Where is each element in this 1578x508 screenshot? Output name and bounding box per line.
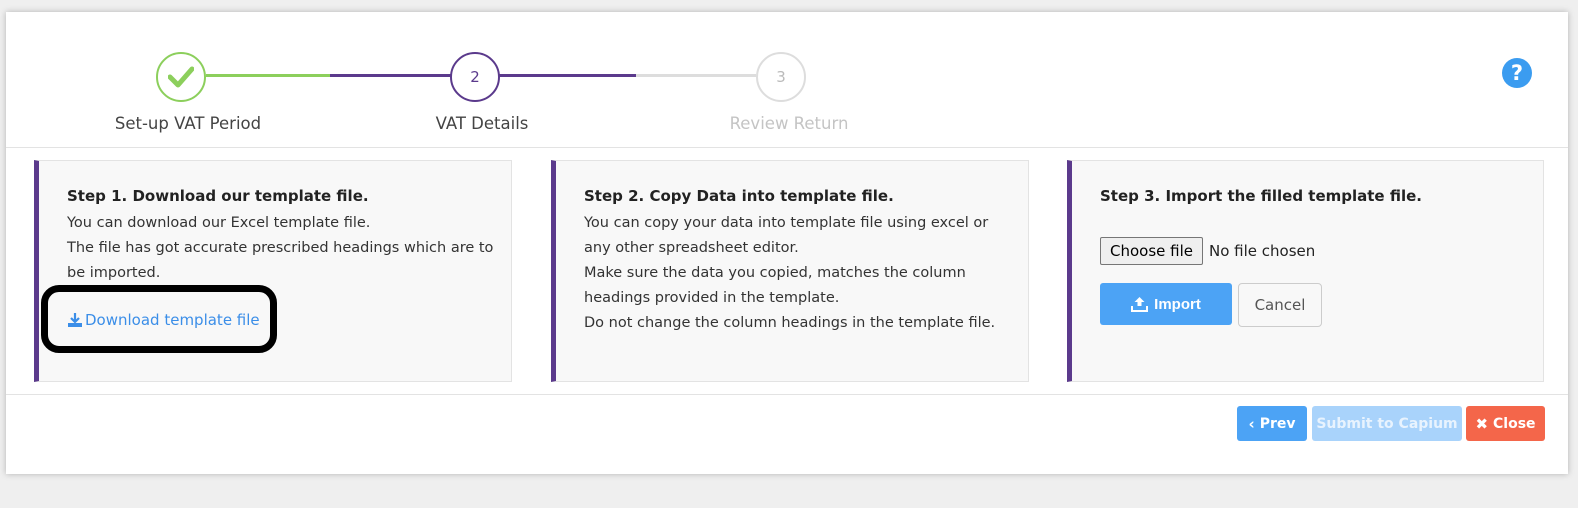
step-2-title: Step 2. Copy Data into template file. [584, 187, 894, 205]
upload-icon [1131, 297, 1149, 312]
submit-to-capium-button[interactable]: Submit to Capium [1312, 406, 1462, 441]
cancel-button[interactable]: Cancel [1238, 283, 1322, 327]
help-icon[interactable]: ? [1502, 58, 1532, 88]
download-icon [68, 313, 82, 327]
step-3-panel: Step 3. Import the filled template file.… [1067, 160, 1544, 382]
step-2-description: You can copy your data into template fil… [584, 211, 1004, 336]
step-2-line: any other spreadsheet editor. [584, 240, 799, 256]
download-template-label: Download template file [85, 311, 260, 329]
close-icon: ✖ [1475, 414, 1489, 433]
close-label: Close [1493, 415, 1536, 432]
step-1-circle[interactable] [156, 52, 206, 102]
step-2-label: VAT Details [435, 114, 529, 133]
choose-file-button[interactable]: Choose file [1100, 237, 1203, 265]
file-input: Choose file No file chosen [1100, 237, 1315, 265]
import-label: Import [1154, 295, 1201, 313]
step-3-number: 3 [776, 68, 786, 86]
step-3-circle[interactable]: 3 [756, 52, 806, 102]
step-3-label: Review Return [729, 114, 849, 133]
vat-return-modal: 2 3 Set-up VAT Period VAT Details Review… [6, 12, 1568, 474]
step-2-line: Do not change the column headings in the… [584, 315, 996, 331]
import-button[interactable]: Import [1100, 283, 1232, 325]
step-1-label: Set-up VAT Period [114, 114, 262, 133]
stepper-divider [6, 147, 1568, 148]
stepper-line-pending [636, 74, 756, 77]
prev-button[interactable]: ‹ Prev [1237, 406, 1307, 441]
step-2-number: 2 [470, 68, 480, 86]
file-status: No file chosen [1209, 242, 1316, 260]
chevron-left-icon: ‹ [1248, 414, 1255, 433]
step-1-line: The file has got accurate prescribed hea… [67, 240, 494, 256]
submit-label: Submit to Capium [1316, 415, 1458, 432]
step-1-description: You can download our Excel template file… [67, 211, 494, 286]
footer-divider [6, 394, 1568, 395]
step-1-line: You can download our Excel template file… [67, 215, 371, 231]
step-2-line: You can copy your data into template fil… [584, 215, 989, 231]
step-1-panel: Step 1. Download our template file. You … [34, 160, 512, 382]
step-2-panel: Step 2. Copy Data into template file. Yo… [551, 160, 1029, 382]
step-1-line: be imported. [67, 265, 161, 281]
step-2-line: headings provided in the template. [584, 290, 840, 306]
prev-label: Prev [1259, 415, 1296, 432]
wizard-stepper: 2 3 Set-up VAT Period VAT Details Review… [6, 12, 1568, 147]
download-template-link[interactable]: Download template file [67, 311, 260, 329]
step-3-title: Step 3. Import the filled template file. [1100, 187, 1422, 205]
step-2-circle[interactable]: 2 [450, 52, 500, 102]
step-1-title: Step 1. Download our template file. [67, 187, 369, 205]
step-2-line: Make sure the data you copied, matches t… [584, 265, 966, 281]
checkmark-icon [168, 66, 194, 88]
close-button[interactable]: ✖ Close [1466, 406, 1545, 441]
stepper-line-done [206, 74, 330, 77]
